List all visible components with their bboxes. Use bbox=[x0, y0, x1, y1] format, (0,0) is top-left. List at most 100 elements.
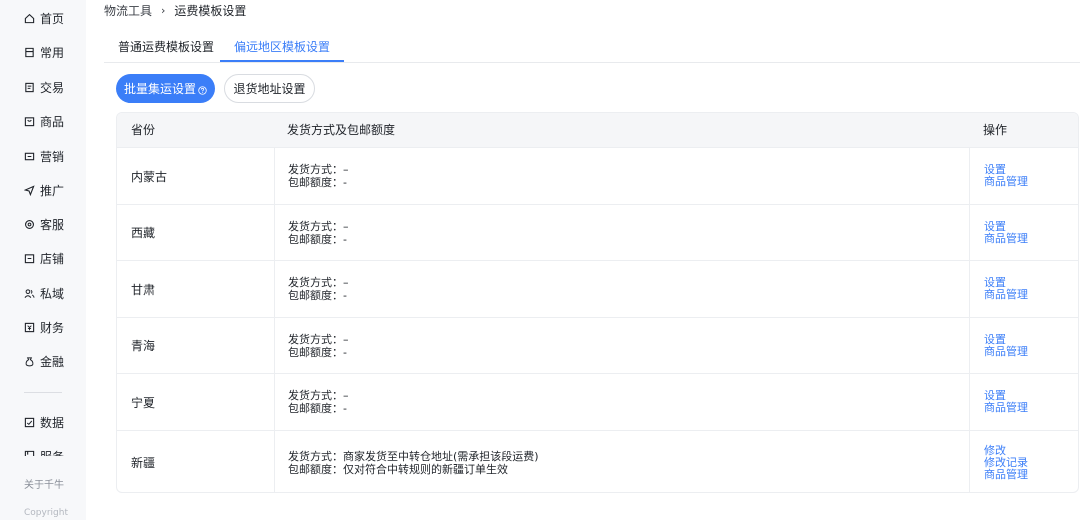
settings-link[interactable]: 设置 bbox=[984, 220, 1028, 233]
cell-province: 甘肃 bbox=[131, 282, 156, 297]
sidebar-item-label: 常用 bbox=[40, 45, 65, 60]
shipping-method: 发货方式：– bbox=[288, 219, 349, 233]
home-icon bbox=[24, 13, 35, 24]
tab-normal-template[interactable]: 普通运费模板设置 bbox=[104, 34, 228, 62]
sidebar-item-label: 交易 bbox=[40, 80, 65, 95]
sidebar-item-finance[interactable]: 财务 bbox=[24, 317, 64, 337]
sidebar-item-label: 服务 bbox=[40, 448, 64, 456]
sidebar-item-promotion[interactable]: 推广 bbox=[24, 180, 64, 200]
cell-shipping: 发货方式：– 包邮额度：- bbox=[274, 261, 349, 317]
sidebar-divider bbox=[24, 392, 62, 393]
breadcrumb-logistics-tools[interactable]: 物流工具 bbox=[104, 2, 152, 19]
table-row: 青海 发货方式：– 包邮额度：- 设置 商品管理 bbox=[117, 317, 1078, 373]
cell-ops: 设置 商品管理 bbox=[969, 374, 1028, 430]
about-link[interactable]: 关于千牛 bbox=[24, 476, 64, 491]
cell-ops: 设置 商品管理 bbox=[969, 261, 1028, 317]
return-address-button[interactable]: 退货地址设置 bbox=[224, 74, 315, 103]
sidebar-item-home[interactable]: 首页 bbox=[24, 8, 64, 28]
goods-management-link[interactable]: 商品管理 bbox=[984, 402, 1028, 414]
copyright-text: Copyright bbox=[24, 508, 68, 518]
goods-management-link[interactable]: 商品管理 bbox=[984, 345, 1028, 358]
goods-management-link[interactable]: 商品管理 bbox=[984, 176, 1028, 188]
money-bag-icon bbox=[24, 356, 35, 367]
sidebar-item-label: 营销 bbox=[40, 149, 65, 164]
batch-consolidation-label: 批量集运设置 bbox=[123, 82, 196, 96]
help-circle-icon[interactable] bbox=[198, 84, 207, 95]
edit-history-link[interactable]: 修改记录 bbox=[984, 456, 1028, 469]
bookmark-icon bbox=[24, 47, 35, 58]
shipping-method: 发货方式：– bbox=[288, 389, 349, 402]
free-shipping-quota: 包邮额度：- bbox=[288, 176, 347, 189]
send-icon bbox=[24, 184, 35, 196]
bag-icon bbox=[24, 116, 35, 127]
sidebar-item-data[interactable]: 数据 bbox=[24, 412, 64, 432]
sidebar-item-label: 首页 bbox=[40, 11, 65, 26]
chart-icon bbox=[24, 417, 35, 428]
table-row: 西藏 发货方式：– 包邮额度：- 设置 商品管理 bbox=[117, 204, 1078, 260]
sidebar-item-label: 数据 bbox=[40, 415, 65, 430]
remote-area-table: 省份 发货方式及包邮额度 操作 内蒙古 发货方式：– 包邮额度：- 设置 商品管… bbox=[116, 112, 1079, 493]
sidebar-item-label: 客服 bbox=[40, 217, 65, 232]
sidebar-item-label: 财务 bbox=[40, 320, 65, 335]
finance-icon bbox=[24, 322, 35, 333]
edit-link[interactable]: 修改 bbox=[984, 444, 1028, 457]
cell-ops: 设置 商品管理 bbox=[969, 318, 1028, 373]
cell-shipping: 发货方式：商家发货至中转仓地址(需承担该段运费) 包邮额度：仅对符合中转规则的新… bbox=[274, 431, 539, 492]
header-province: 省份 bbox=[131, 123, 156, 137]
table-row: 甘肃 发货方式：– 包邮额度：- 设置 商品管理 bbox=[117, 260, 1078, 317]
breadcrumb: 物流工具 › 运费模板设置 bbox=[104, 2, 246, 19]
headset-icon bbox=[24, 219, 35, 230]
sidebar-item-shop[interactable]: 店铺 bbox=[24, 248, 64, 268]
breadcrumb-separator: › bbox=[161, 4, 166, 17]
table-header: 省份 发货方式及包邮额度 操作 bbox=[117, 113, 1078, 147]
free-shipping-quota: 包邮额度：仅对符合中转规则的新疆订单生效 bbox=[288, 462, 508, 476]
coupon-icon bbox=[24, 151, 35, 162]
cell-province: 新疆 bbox=[131, 456, 156, 470]
order-icon bbox=[24, 82, 35, 93]
settings-link[interactable]: 设置 bbox=[984, 333, 1028, 346]
cell-shipping: 发货方式：– 包邮额度：- bbox=[274, 148, 349, 204]
sidebar-item-services[interactable]: 服务 bbox=[24, 446, 64, 456]
cell-shipping: 发货方式：– 包邮额度：- bbox=[274, 318, 349, 373]
tab-bar: 普通运费模板设置 偏远地区模板设置 bbox=[104, 34, 1080, 63]
header-shipping: 发货方式及包邮额度 bbox=[287, 123, 396, 137]
cell-shipping: 发货方式：– 包邮额度：- bbox=[274, 205, 349, 260]
shipping-method: 发货方式：– bbox=[288, 276, 349, 289]
sidebar-item-fintech[interactable]: 金融 bbox=[24, 351, 64, 371]
shop-icon bbox=[24, 253, 35, 264]
sidebar-item-goods[interactable]: 商品 bbox=[24, 111, 64, 131]
cell-province: 西藏 bbox=[131, 226, 156, 240]
sidebar-item-label: 店铺 bbox=[40, 251, 65, 266]
sidebar-item-service[interactable]: 客服 bbox=[24, 214, 64, 234]
sidebar-item-label: 推广 bbox=[40, 183, 65, 198]
sidebar-item-common[interactable]: 常用 bbox=[24, 42, 64, 62]
sidebar-item-private[interactable]: 私域 bbox=[24, 283, 64, 303]
sidebar-item-trade[interactable]: 交易 bbox=[24, 77, 64, 97]
free-shipping-quota: 包邮额度：- bbox=[288, 289, 347, 302]
batch-consolidation-button[interactable]: 批量集运设置 bbox=[116, 74, 215, 103]
tab-remote-area-template[interactable]: 偏远地区模板设置 bbox=[220, 34, 345, 62]
cell-province: 内蒙古 bbox=[131, 169, 168, 184]
breadcrumb-current: 运费模板设置 bbox=[174, 4, 247, 18]
sidebar-item-label: 商品 bbox=[40, 114, 65, 129]
cell-ops: 设置 商品管理 bbox=[969, 205, 1028, 260]
table-row: 内蒙古 发货方式：– 包邮额度：- 设置 商品管理 bbox=[117, 147, 1078, 204]
table-row: 新疆 发货方式：商家发货至中转仓地址(需承担该段运费) 包邮额度：仅对符合中转规… bbox=[117, 430, 1078, 492]
goods-management-link[interactable]: 商品管理 bbox=[984, 289, 1028, 301]
sidebar-item-marketing[interactable]: 营销 bbox=[24, 146, 64, 166]
table-row: 宁夏 发货方式：– 包邮额度：- 设置 商品管理 bbox=[117, 373, 1078, 430]
cell-province: 宁夏 bbox=[131, 395, 156, 410]
sidebar-item-label: 私域 bbox=[40, 286, 65, 301]
cell-ops: 设置 商品管理 bbox=[969, 148, 1028, 204]
shipping-method: 发货方式：商家发货至中转仓地址(需承担该段运费) bbox=[288, 449, 539, 463]
free-shipping-quota: 包邮额度：- bbox=[288, 345, 347, 359]
header-ops: 操作 bbox=[983, 123, 1008, 137]
goods-management-link[interactable]: 商品管理 bbox=[984, 232, 1028, 245]
goods-management-link[interactable]: 商品管理 bbox=[984, 468, 1028, 481]
service-icon bbox=[24, 450, 35, 456]
cell-ops: 修改 修改记录 商品管理 bbox=[969, 431, 1028, 492]
users-icon bbox=[24, 288, 35, 299]
sidebar-item-label: 金融 bbox=[40, 354, 65, 369]
sidebar: 首页 常用 交易 商品 营销 推广 客服 店铺 私域 财务 金融 数据 关于千牛… bbox=[0, 0, 86, 520]
shipping-method: 发货方式：– bbox=[288, 163, 349, 176]
